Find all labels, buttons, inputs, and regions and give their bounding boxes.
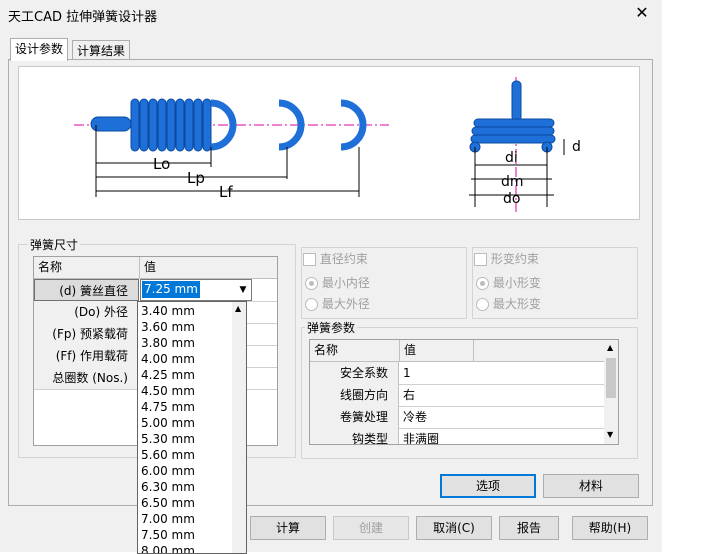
row-value: 非满圈 — [403, 432, 440, 445]
dropdown-scrollbar[interactable]: ▲ — [232, 302, 246, 553]
dropdown-option[interactable]: 5.30 mm — [141, 431, 195, 447]
combo-selected-value: 7.25 mm — [142, 281, 200, 298]
max-deform-radio[interactable]: 最大形变 — [476, 295, 541, 312]
tab-design-params[interactable]: 设计参数 — [10, 38, 69, 61]
checkbox-icon — [474, 253, 487, 266]
col-name-header: 名称 — [314, 343, 339, 357]
dropdown-option[interactable]: 6.50 mm — [141, 495, 195, 511]
diameter-constraint-checkbox[interactable]: 直径约束 — [303, 250, 370, 267]
dropdown-option[interactable]: 3.40 mm — [141, 303, 195, 319]
row-value: 右 — [403, 388, 416, 402]
row-name: (Fp) 预紧载荷 — [34, 323, 139, 345]
dropdown-option[interactable]: 7.00 mm — [141, 511, 195, 527]
help-button[interactable]: 帮助(H) — [572, 516, 648, 540]
dropdown-option[interactable]: 3.60 mm — [141, 319, 195, 335]
material-button[interactable]: 材料 — [543, 474, 639, 498]
grid-header: 名称 值 — [34, 257, 277, 279]
dropdown-option[interactable]: 4.00 mm — [141, 351, 195, 367]
scroll-up-icon[interactable]: ▲ — [607, 343, 613, 352]
radio-icon — [476, 298, 489, 311]
di-label: di — [505, 150, 518, 166]
radio-icon — [476, 277, 489, 290]
grid-header: 名称 值 — [310, 340, 604, 362]
report-button[interactable]: 报告 — [499, 516, 559, 540]
spring-diagram: Lo Lp Lf di dm do d — [18, 66, 640, 220]
scroll-thumb[interactable] — [606, 358, 616, 398]
cancel-button[interactable]: 取消(C) — [416, 516, 492, 540]
lf-label: Lf — [219, 183, 233, 201]
table-row[interactable]: 线圈方向 右 — [310, 384, 604, 407]
params-scrollbar[interactable]: ▲ ▼ — [604, 340, 618, 444]
table-row[interactable]: 卷簧处理 冷卷 — [310, 406, 604, 429]
min-deform-radio[interactable]: 最小形变 — [476, 274, 541, 291]
dropdown-option[interactable]: 4.75 mm — [141, 399, 195, 415]
row-name: (d) 簧丝直径 — [34, 279, 139, 301]
create-button[interactable]: 创建 — [333, 516, 409, 540]
col-name-header: 名称 — [38, 260, 63, 274]
min-deform-label: 最小形变 — [492, 276, 541, 290]
table-row[interactable]: (d) 簧丝直径 7.25 mm ▼ — [34, 279, 277, 302]
max-outer-diameter-label: 最大外径 — [321, 297, 370, 311]
row-name: 安全系数 — [310, 362, 399, 384]
dm-label: dm — [501, 174, 524, 190]
row-name: (Do) 外径 — [34, 301, 139, 323]
spring-diagram-svg: Lo Lp Lf di dm do d — [74, 77, 581, 212]
spring-size-label: 弹簧尺寸 — [28, 236, 81, 253]
row-name: 钩类型 — [310, 428, 399, 444]
row-value: 冷卷 — [403, 410, 428, 424]
dropdown-option[interactable]: 5.60 mm — [141, 447, 195, 463]
do-label: do — [503, 191, 520, 207]
tab-calc-results[interactable]: 计算结果 — [72, 40, 131, 61]
row-name: 卷簧处理 — [310, 406, 399, 428]
scroll-up-icon[interactable]: ▲ — [235, 304, 241, 313]
col-value-header: 值 — [399, 340, 416, 361]
deform-constraint-label: 形变约束 — [490, 252, 539, 266]
lp-label: Lp — [187, 169, 205, 187]
options-button[interactable]: 选项 — [440, 474, 536, 498]
radio-icon — [305, 298, 318, 311]
spring-params-label: 弹簧参数 — [305, 319, 358, 336]
min-inner-diameter-radio[interactable]: 最小内径 — [305, 274, 370, 291]
col-value-header: 值 — [139, 257, 156, 278]
scroll-down-icon[interactable]: ▼ — [607, 430, 613, 439]
radio-icon — [305, 277, 318, 290]
window-title: 天工CAD 拉伸弹簧设计器 — [8, 10, 158, 25]
spring-params-grid: 名称 值 安全系数 1 线圈方向 右 卷簧处理 冷卷 钩类型 非满圈 ▲ ▼ — [309, 339, 619, 445]
wire-diameter-dropdown-list[interactable]: ▲ 3.40 mm 3.60 mm 3.80 mm 4.00 mm 4.25 m… — [137, 301, 247, 554]
chevron-down-icon[interactable]: ▼ — [235, 280, 251, 300]
diameter-constraint-label: 直径约束 — [319, 252, 368, 266]
dropdown-option[interactable]: 3.80 mm — [141, 335, 195, 351]
calculate-button[interactable]: 计算 — [250, 516, 326, 540]
col-divider — [473, 340, 474, 361]
close-icon[interactable]: ✕ — [630, 2, 654, 24]
table-row[interactable]: 安全系数 1 — [310, 362, 604, 385]
min-inner-diameter-label: 最小内径 — [321, 276, 370, 290]
deform-constraint-checkbox[interactable]: 形变约束 — [474, 250, 541, 267]
row-name: 线圈方向 — [310, 384, 399, 406]
row-name: (Ff) 作用载荷 — [34, 345, 139, 367]
dropdown-option[interactable]: 7.50 mm — [141, 527, 195, 543]
table-row[interactable]: 钩类型 非满圈 — [310, 428, 604, 445]
checkbox-icon — [303, 253, 316, 266]
row-value: 1 — [403, 366, 411, 380]
dropdown-option[interactable]: 5.00 mm — [141, 415, 195, 431]
dropdown-option[interactable]: 8.00 mm — [141, 543, 195, 553]
wire-diameter-combo[interactable]: 7.25 mm ▼ — [140, 279, 252, 301]
lo-label: Lo — [153, 155, 170, 173]
dropdown-option[interactable]: 4.50 mm — [141, 383, 195, 399]
row-name: 总圈数 (Nos.) — [34, 367, 139, 389]
dropdown-option[interactable]: 6.00 mm — [141, 463, 195, 479]
dropdown-option[interactable]: 4.25 mm — [141, 367, 195, 383]
dropdown-option[interactable]: 6.30 mm — [141, 479, 195, 495]
d-label: d — [572, 139, 581, 155]
max-deform-label: 最大形变 — [492, 297, 541, 311]
max-outer-diameter-radio[interactable]: 最大外径 — [305, 295, 370, 312]
